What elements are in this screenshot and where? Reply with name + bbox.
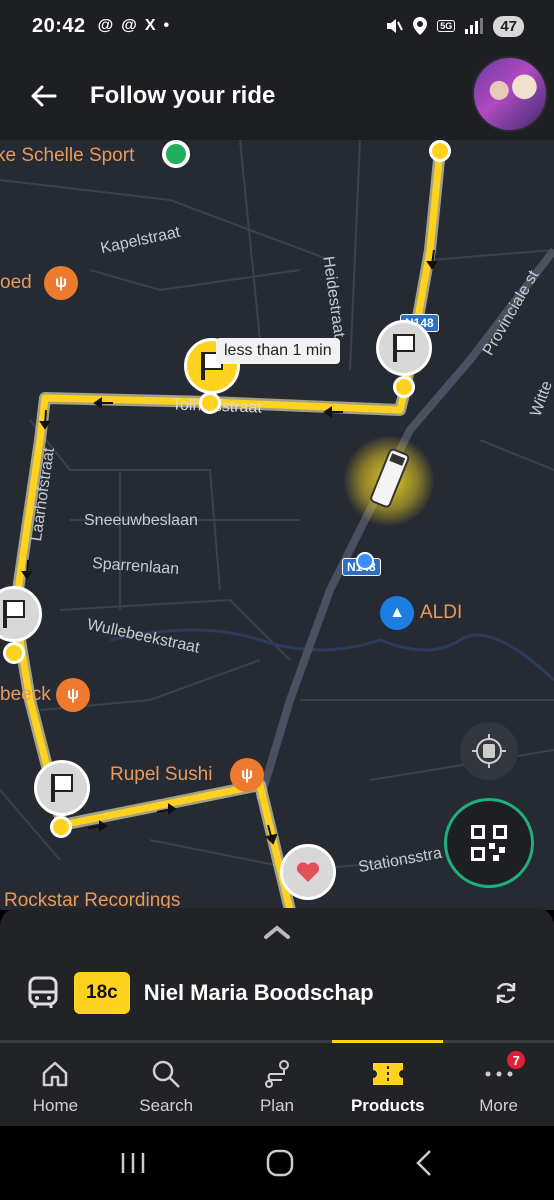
tab-search[interactable]: Search: [111, 1043, 222, 1126]
mute-icon: [387, 19, 404, 33]
threads-icon: @: [97, 17, 114, 34]
tab-label: Search: [139, 1096, 194, 1115]
tab-label: More: [479, 1096, 518, 1115]
eta-tooltip: less than 1 min: [216, 338, 340, 364]
ride-bottom-sheet[interactable]: 18c Niel Maria Boodschap: [0, 908, 554, 1040]
notification-icons: @ @ X •: [98, 17, 170, 35]
route-icon: [264, 1060, 289, 1088]
map-view[interactable]: Kapelstraat Heidestraat Tolhuisstraat La…: [0, 140, 554, 910]
qr-code-button[interactable]: [444, 798, 534, 888]
my-location-icon: [356, 552, 374, 570]
back-button[interactable]: [24, 76, 64, 116]
more-icon: [485, 1071, 513, 1077]
clock: 20:42: [32, 14, 86, 37]
network-type: 5G: [437, 20, 456, 32]
route-stop-dot[interactable]: [50, 816, 72, 838]
back-nav-icon[interactable]: [414, 1149, 434, 1177]
tab-plan[interactable]: Plan: [222, 1043, 333, 1126]
ticket-icon: [372, 1063, 403, 1085]
refresh-icon[interactable]: [492, 979, 520, 1007]
battery-level: 47: [493, 15, 524, 37]
stop-marker-icon[interactable]: [34, 760, 90, 816]
favorite-stop-icon[interactable]: [280, 844, 336, 900]
sport-poi-icon[interactable]: [162, 140, 190, 168]
page-title: Follow your ride: [90, 82, 276, 109]
bus-icon: [28, 976, 58, 1008]
search-icon: [152, 1060, 181, 1088]
restaurant-icon[interactable]: ψ: [230, 758, 264, 792]
location-icon: [413, 17, 428, 35]
bottom-navigation: Home Search Plan Products More 7: [0, 1040, 554, 1126]
x-icon: X: [144, 17, 156, 34]
poi-label: ke Schelle Sport: [0, 145, 135, 166]
shopping-bag-icon[interactable]: ▲: [380, 596, 414, 630]
street-label: Sneeuwbeslaan: [84, 512, 198, 529]
center-bus-button[interactable]: [460, 722, 518, 780]
recent-apps-icon[interactable]: [120, 1151, 146, 1175]
home-button-icon[interactable]: [266, 1149, 294, 1177]
chevron-up-icon[interactable]: [262, 922, 292, 942]
restaurant-icon[interactable]: ψ: [56, 678, 90, 712]
heart-icon: [296, 862, 320, 882]
poi-label: Rockstar Recordings: [4, 890, 181, 910]
restaurant-icon[interactable]: ψ: [44, 266, 78, 300]
line-number-badge: 18c: [74, 972, 130, 1014]
tab-label: Home: [32, 1096, 79, 1115]
ride-summary[interactable]: 18c Niel Maria Boodschap: [0, 968, 554, 1018]
avatar[interactable]: [472, 56, 548, 132]
stop-marker-icon[interactable]: [376, 320, 432, 376]
tab-products[interactable]: Products: [332, 1040, 443, 1126]
poi-label: Rupel Sushi: [110, 764, 213, 785]
tab-label: Plan: [259, 1096, 294, 1115]
poi-label: ALDI: [420, 602, 463, 623]
route-stop-dot[interactable]: [3, 642, 25, 664]
arrow-left-icon: [31, 85, 57, 107]
poi-label: beeck: [0, 684, 51, 705]
tab-more[interactable]: More 7: [443, 1043, 554, 1126]
bus-icon[interactable]: [364, 440, 414, 520]
home-icon: [43, 1061, 68, 1087]
system-navigation: [0, 1126, 554, 1200]
threads-icon: @: [121, 17, 137, 34]
poi-label: oed: [0, 272, 32, 293]
tab-home[interactable]: Home: [0, 1043, 111, 1126]
bus-target-icon: [472, 734, 506, 768]
route-stop-dot[interactable]: [393, 376, 415, 398]
status-bar: 20:42 @ @ X • 5G 47: [0, 0, 554, 52]
app-header: Follow your ride: [0, 52, 554, 140]
dot-icon: •: [163, 17, 170, 34]
tab-label: Products: [350, 1096, 425, 1115]
notification-badge: 7: [505, 1049, 528, 1071]
route-stop-dot[interactable]: [429, 140, 451, 162]
route-stop-dot[interactable]: [199, 392, 221, 414]
qr-code-icon: [471, 825, 507, 861]
destination-name: Niel Maria Boodschap: [143, 980, 374, 1005]
signal-icon: [465, 18, 484, 34]
